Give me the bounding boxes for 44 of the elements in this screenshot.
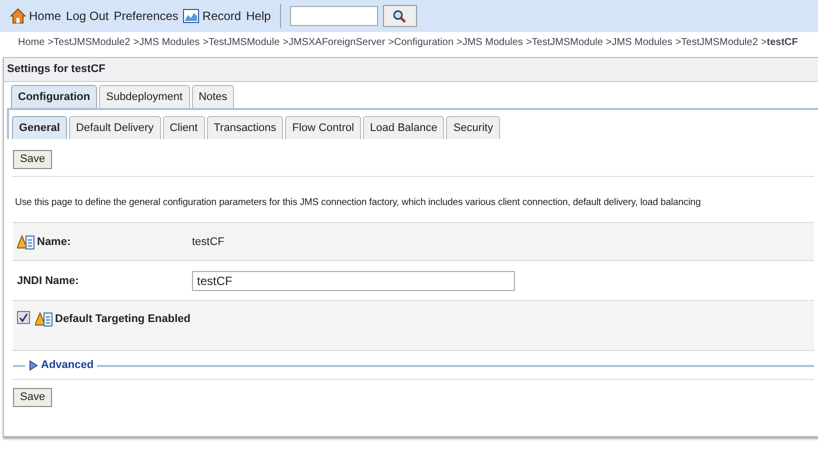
tab[interactable]: Default Delivery	[68, 116, 161, 139]
tab[interactable]: Flow Control	[285, 116, 362, 139]
breadcrumb-link[interactable]: >JMSXAForeignServer	[282, 34, 386, 50]
save-button[interactable]: Save	[13, 388, 52, 407]
breadcrumb-link[interactable]: >testCF	[760, 34, 798, 50]
breadcrumb-link[interactable]: >JMS Modules	[133, 34, 200, 50]
advanced-toggle[interactable]: Advanced	[28, 357, 94, 374]
check-icon	[19, 313, 28, 322]
field-label: Default Targeting Enabled	[55, 312, 190, 328]
breadcrumb-link[interactable]: >JMS Modules	[456, 34, 523, 50]
breadcrumb-link[interactable]: >TestJMSModule2	[675, 34, 758, 50]
breadcrumb-link[interactable]: >TestJMSModule2	[48, 34, 130, 50]
tab[interactable]: Notes	[192, 85, 234, 108]
field-label: JNDI Name:	[17, 274, 79, 288]
toolbar-link[interactable]: Preferences	[114, 7, 178, 25]
breadcrumb-link[interactable]: >TestJMSModule	[526, 34, 603, 50]
toolbar-link[interactable]: Log Out	[66, 7, 109, 25]
breadcrumb-link[interactable]: >Configuration	[388, 34, 454, 50]
search-field[interactable]	[290, 6, 378, 26]
field-label: Name:	[37, 234, 71, 250]
triangle-right-icon	[28, 360, 38, 371]
description-text: Use this page to define the general configuration parameters for this JMS connection factory, which includes various client connection, default delivery, load balancing	[14, 196, 702, 210]
breadcrumb-link[interactable]: >JMS Modules	[606, 34, 672, 50]
tab[interactable]: Subdeployment	[99, 85, 190, 108]
tab[interactable]: General	[12, 116, 67, 139]
tab[interactable]: Load Balance	[363, 116, 444, 139]
breadcrumb-link[interactable]: Home	[18, 34, 45, 50]
jndi-name-field[interactable]: testCF	[192, 270, 515, 291]
chart-icon	[183, 9, 200, 23]
checkbox[interactable]	[17, 311, 30, 324]
breadcrumb-link[interactable]: >TestJMSModule	[202, 34, 280, 50]
search-icon	[393, 10, 406, 22]
toolbar-link[interactable]: Home	[10, 7, 62, 25]
toolbar-link[interactable]: Help	[246, 7, 271, 25]
tab[interactable]: Client	[162, 116, 205, 139]
tab[interactable]: Configuration	[11, 85, 98, 108]
search-button[interactable]	[382, 5, 417, 27]
tab[interactable]: Transactions	[206, 116, 284, 139]
save-button[interactable]: Save	[13, 150, 52, 169]
toolbar-link[interactable]: Record	[183, 7, 242, 25]
field-value: testCF	[192, 234, 224, 250]
home-icon	[10, 8, 26, 24]
panel-title: Settings for testCF	[4, 58, 818, 82]
tab[interactable]: Security	[446, 116, 500, 139]
